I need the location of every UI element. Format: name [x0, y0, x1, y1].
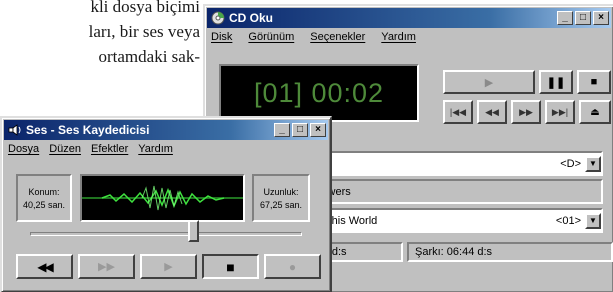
cd-player-titlebar[interactable]: CD Oku _ □ ×: [207, 8, 611, 28]
chevron-down-icon[interactable]: ▼: [585, 212, 601, 229]
seek-start-icon: ◀◀: [37, 259, 54, 274]
menu-options[interactable]: Seçenekler: [310, 31, 365, 43]
article-line: ları, bir ses veya: [88, 22, 200, 41]
pause-button[interactable]: ❚❚: [539, 70, 573, 94]
stop-button[interactable]: ■: [577, 70, 611, 94]
track-code: <01>: [555, 214, 581, 227]
menu-disk[interactable]: Disk: [211, 31, 232, 43]
length-label: Uzunluk:: [263, 186, 299, 197]
stop-button[interactable]: ■: [202, 254, 259, 279]
artist-field[interactable]: ue <D> ▼: [313, 151, 603, 176]
stop-icon: ■: [226, 258, 235, 275]
play-icon: ▶: [164, 261, 173, 273]
track-field[interactable]: f This World <01> ▼: [313, 208, 603, 233]
cd-disc-icon: [211, 11, 225, 25]
waveform-graphic: [82, 185, 243, 211]
previous-track-button[interactable]: |◀◀: [443, 100, 473, 124]
time-display: [01] 00:02: [219, 64, 419, 122]
record-icon: ●: [288, 259, 297, 274]
seek-end-button[interactable]: ▶▶: [78, 254, 135, 279]
menu-effects[interactable]: Efektler: [91, 143, 128, 155]
position-slider-thumb[interactable]: [187, 220, 199, 242]
position-slider-track[interactable]: [30, 232, 302, 236]
next-track-button[interactable]: ▶▶|: [545, 100, 575, 124]
stop-icon: ■: [590, 76, 598, 88]
cd-player-title: CD Oku: [229, 11, 274, 25]
fast-forward-icon: ▶▶: [519, 106, 533, 117]
position-box: Konum: 40,25 san.: [16, 174, 72, 222]
eject-button[interactable]: ⏏: [579, 100, 611, 124]
chevron-down-icon[interactable]: ▼: [585, 155, 601, 172]
position-value: 40,25 san.: [22, 199, 66, 210]
eject-icon: ⏏: [590, 106, 600, 118]
close-button[interactable]: ×: [593, 11, 609, 25]
seek-end-icon: ▶▶: [98, 261, 115, 273]
article-line: kli dosya biçimi: [90, 0, 200, 16]
cd-player-menubar: Disk Görünüm Seçenekler Yardım: [205, 30, 613, 44]
status-track-time: Şarkı: 06:44 d:s: [407, 242, 613, 262]
length-value: 67,25 san.: [259, 199, 303, 210]
play-icon: ▶: [484, 76, 494, 89]
previous-track-icon: |◀◀: [449, 106, 467, 117]
play-button[interactable]: ▶: [443, 70, 535, 94]
sound-recorder-titlebar[interactable]: Ses - Ses Kaydedicisi _ □ ×: [4, 120, 328, 140]
sound-recorder-menubar: Dosya Düzen Efektler Yardım: [2, 142, 330, 156]
rewind-button[interactable]: ◀◀: [477, 100, 507, 124]
maximize-button[interactable]: □: [575, 11, 591, 25]
article-line: ortamdaki sak-: [98, 47, 201, 66]
minimize-button[interactable]: _: [274, 123, 290, 137]
waveform-display: [80, 174, 245, 222]
fast-forward-button[interactable]: ▶▶: [511, 100, 541, 124]
next-track-icon: ▶▶|: [551, 106, 569, 117]
play-button[interactable]: ▶: [140, 254, 197, 279]
menu-file[interactable]: Dosya: [8, 143, 39, 155]
length-box: Uzunluk: 67,25 san.: [252, 174, 310, 222]
status-track-text: Şarkı: 06:44 d:s: [415, 246, 493, 258]
position-label: Konum:: [28, 186, 60, 197]
maximize-button[interactable]: □: [292, 123, 308, 137]
sound-recorder-window: Ses - Ses Kaydedicisi _ □ × Dosya Düzen …: [0, 116, 332, 292]
minimize-button[interactable]: _: [557, 11, 573, 25]
title-field: lowers: [313, 179, 603, 204]
menu-help[interactable]: Yardım: [138, 143, 173, 155]
artist-drive-code: <D>: [560, 157, 581, 170]
record-button[interactable]: ●: [264, 254, 321, 279]
menu-help[interactable]: Yardım: [381, 31, 416, 43]
menu-edit[interactable]: Düzen: [49, 143, 81, 155]
close-button[interactable]: ×: [310, 123, 326, 137]
pause-icon: ❚❚: [546, 76, 566, 89]
speaker-icon: [8, 123, 22, 137]
seek-start-button[interactable]: ◀◀: [16, 254, 73, 279]
menu-view[interactable]: Görünüm: [248, 31, 294, 43]
rewind-icon: ◀◀: [485, 106, 499, 117]
sound-recorder-title: Ses - Ses Kaydedicisi: [26, 123, 150, 137]
